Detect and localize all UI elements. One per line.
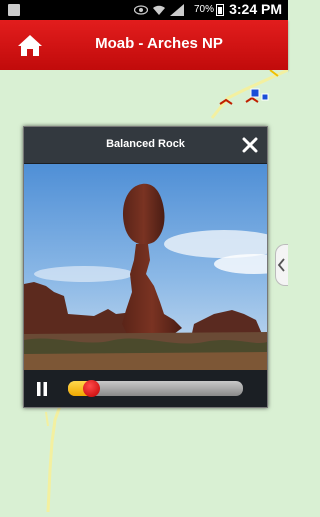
popup-title: Balanced Rock — [106, 138, 185, 150]
media-controls — [24, 370, 267, 407]
close-icon — [242, 137, 258, 153]
signal-icon — [170, 4, 184, 16]
battery-icon — [216, 4, 224, 16]
clock: 3:24 PM — [229, 1, 282, 17]
popup-header: Balanced Rock — [24, 127, 267, 163]
progress-bar[interactable] — [68, 380, 243, 397]
wifi-icon — [153, 5, 165, 15]
progress-knob[interactable] — [82, 380, 100, 397]
home-icon — [18, 35, 42, 56]
app-header: Moab - Arches NP — [0, 20, 288, 70]
close-button[interactable] — [239, 134, 261, 156]
location-popup: Balanced Rock — [23, 126, 268, 408]
page-title: Moab - Arches NP — [95, 35, 223, 52]
battery-percent: 70% — [193, 4, 214, 15]
pause-icon — [37, 382, 47, 396]
mail-icon — [8, 4, 20, 16]
side-panel-tab[interactable] — [275, 244, 288, 286]
chevron-left-icon — [277, 258, 285, 272]
status-bar: 70% 3:24 PM — [0, 0, 288, 20]
pause-button[interactable] — [32, 379, 52, 399]
home-button[interactable] — [8, 24, 52, 66]
balanced-rock-photo — [24, 164, 267, 370]
eye-icon — [134, 5, 148, 15]
